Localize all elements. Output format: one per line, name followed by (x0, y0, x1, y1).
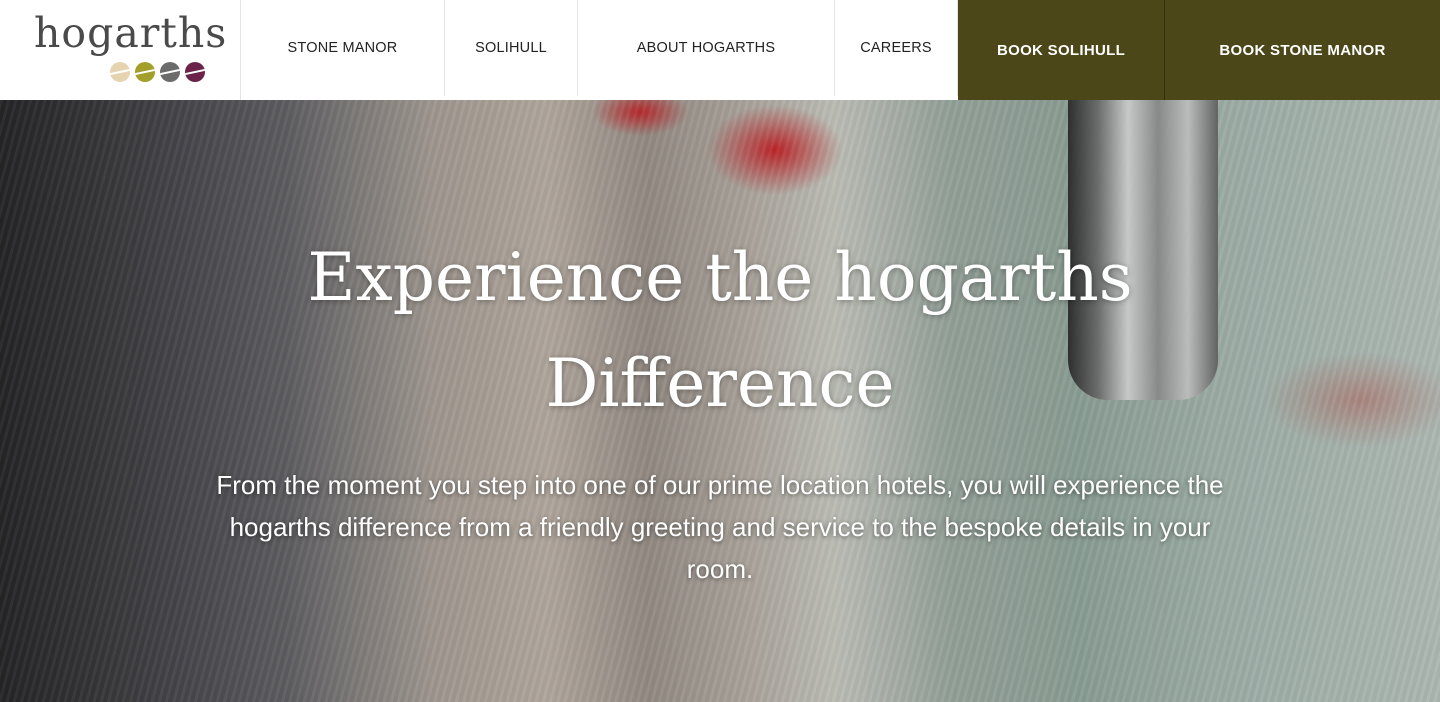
hero-banner: Experience the hogarths Difference From … (0, 100, 1440, 702)
logo-dot-grey (160, 62, 180, 82)
hero-title-line-1: Experience the hogarths (307, 239, 1133, 316)
hero-title: Experience the hogarths Difference (220, 225, 1220, 437)
logo-wordmark: hogarths (34, 9, 228, 57)
logo-dot-cream (110, 62, 130, 82)
logo-dots (110, 62, 205, 82)
hero-body-line-2: hogarths difference from a friendly gree… (229, 512, 1211, 542)
logo-dot-olive (135, 62, 155, 82)
logo-dot-plum (185, 62, 205, 82)
logo[interactable]: hogarths (0, 0, 241, 100)
hero-body-line-3: room. (686, 554, 754, 584)
book-stone-manor-button[interactable]: BOOK STONE MANOR (1165, 0, 1440, 100)
nav-about-hogarths[interactable]: ABOUT HOGARTHS (578, 0, 835, 96)
hero-title-line-2: Difference (545, 345, 895, 422)
book-solihull-button[interactable]: BOOK SOLIHULL (958, 0, 1165, 100)
nav-careers[interactable]: CAREERS (835, 0, 958, 96)
nav-stone-manor[interactable]: STONE MANOR (241, 0, 445, 96)
hero-body-text: From the moment you step into one of our… (160, 464, 1280, 590)
nav-solihull[interactable]: SOLIHULL (445, 0, 578, 96)
site-header: hogarths STONE MANOR SOLIHULL ABOUT HOGA… (0, 0, 1440, 100)
hero-body-line-1: From the moment you step into one of our… (216, 470, 1224, 500)
